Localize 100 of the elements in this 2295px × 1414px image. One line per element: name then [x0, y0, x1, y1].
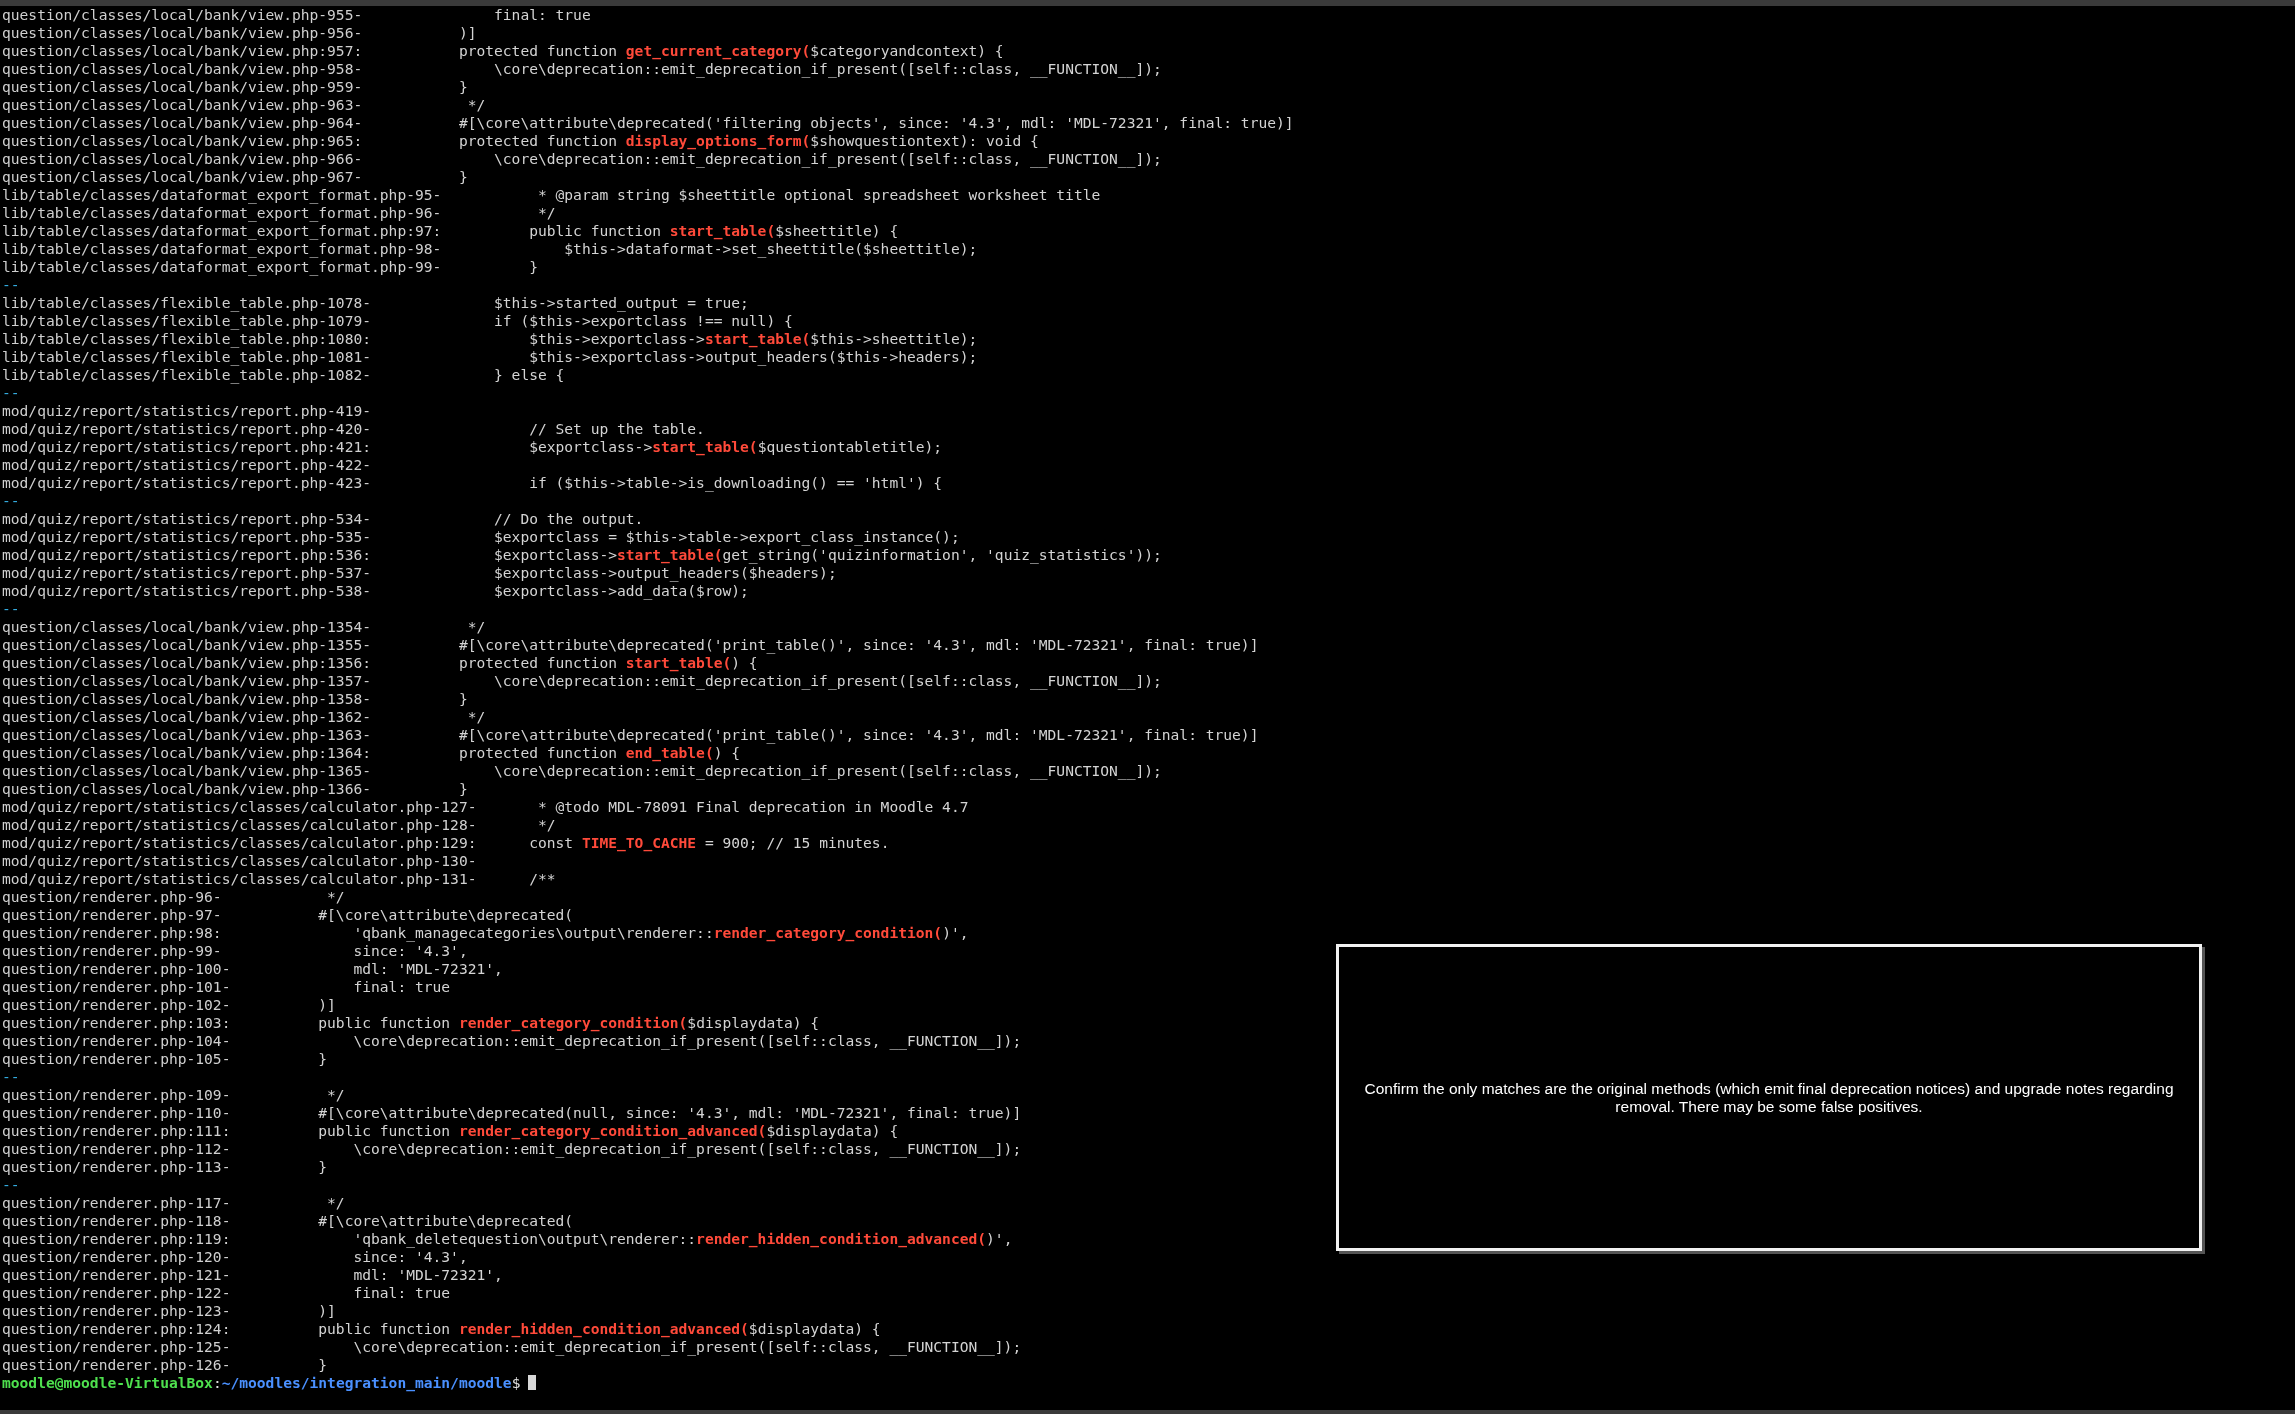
code-line: #[\core\attribute\deprecated(: [317, 1212, 574, 1229]
file-location: mod/quiz/report/statistics/report.php:536:: [2, 546, 373, 564]
group-separator: --: [2, 384, 20, 401]
code-line: public function render_category_condition($displaydata) {: [317, 1014, 820, 1031]
file-location: mod/quiz/report/statistics/report.php-420-: [2, 420, 373, 438]
file-location: question/renderer.php-117-: [2, 1194, 232, 1212]
code-line: * @param string $sheettitle optional spreadsheet worksheet title: [536, 186, 1101, 203]
code-line: mdl: 'MDL-72321',: [352, 1266, 503, 1283]
file-location: question/classes/local/bank/view.php-1355-: [2, 636, 373, 654]
file-location: mod/quiz/report/statistics/report.php-423-: [2, 474, 373, 492]
code-line: protected function end_table() {: [457, 744, 741, 761]
file-location: question/classes/local/bank/view.php:1356:: [2, 654, 373, 672]
code-line: $exportclass->add_data($row);: [493, 582, 749, 599]
file-location: question/classes/local/bank/view.php-956-: [2, 24, 364, 42]
code-line: )]: [457, 24, 477, 41]
group-separator: --: [2, 600, 20, 617]
file-location: question/classes/local/bank/view.php-964-: [2, 114, 364, 132]
code-line: // Set up the table.: [528, 420, 705, 437]
code-line: final: true: [352, 978, 451, 995]
code-line: */: [536, 204, 556, 221]
code-line: */: [536, 816, 556, 833]
file-location: mod/quiz/report/statistics/classes/calculator.php:129:: [2, 834, 478, 852]
group-separator: --: [2, 276, 20, 293]
file-location: question/renderer.php:111:: [2, 1122, 232, 1140]
file-location: question/renderer.php-121-: [2, 1266, 232, 1284]
code-line: public function render_hidden_condition_advanced($displaydata) {: [317, 1320, 881, 1337]
file-location: question/renderer.php-122-: [2, 1284, 232, 1302]
group-separator: --: [2, 1068, 20, 1085]
file-location: question/renderer.php-113-: [2, 1158, 232, 1176]
code-line: */: [326, 1086, 345, 1103]
group-separator: --: [2, 492, 20, 509]
code-line: * @todo MDL-78091 Final deprecation in Moodle 4.7: [536, 798, 969, 815]
code-line: 'qbank_managecategories\output\renderer::render_category_condition()',: [352, 924, 969, 941]
file-location: question/classes/local/bank/view.php-1354-: [2, 618, 373, 636]
file-location: mod/quiz/report/statistics/report.php-537-: [2, 564, 373, 582]
file-location: question/classes/local/bank/view.php-1358-: [2, 690, 373, 708]
file-location: question/classes/local/bank/view.php-967-: [2, 168, 364, 186]
code-line: \core\deprecation::emit_deprecation_if_present([self::class, __FUNCTION__]);: [352, 1140, 1022, 1157]
code-line: $this->exportclass->start_table($this->sheettitle);: [528, 330, 978, 347]
file-location: mod/quiz/report/statistics/classes/calculator.php-131-: [2, 870, 478, 888]
file-location: lib/table/classes/dataformat_export_format.php:97:: [2, 222, 443, 240]
file-location: mod/quiz/report/statistics/classes/calculator.php-127-: [2, 798, 478, 816]
file-location: question/renderer.php:103:: [2, 1014, 232, 1032]
file-location: mod/quiz/report/statistics/report.php-419-: [2, 402, 373, 420]
code-line: */: [466, 96, 486, 113]
code-line: final: true: [493, 6, 591, 23]
file-location: question/renderer.php-109-: [2, 1086, 232, 1104]
code-line: $this->exportclass->output_headers($this->headers);: [528, 348, 978, 365]
code-line: $exportclass->output_headers($headers);: [493, 564, 837, 581]
file-location: question/classes/local/bank/view.php-1357-: [2, 672, 373, 690]
code-line: since: '4.3',: [352, 942, 468, 959]
code-line: }: [317, 1050, 328, 1067]
file-location: question/renderer.php-100-: [2, 960, 232, 978]
code-line: \core\deprecation::emit_deprecation_if_present([self::class, __FUNCTION__]);: [493, 150, 1162, 167]
file-location: question/classes/local/bank/view.php-955-: [2, 6, 364, 24]
file-location: question/classes/local/bank/view.php-1363-: [2, 726, 373, 744]
file-location: mod/quiz/report/statistics/report.php-422-: [2, 456, 373, 474]
file-location: question/renderer.php-101-: [2, 978, 232, 996]
file-location: lib/table/classes/dataformat_export_format.php-95-: [2, 186, 443, 204]
code-line: */: [326, 1194, 345, 1211]
code-line: #[\core\attribute\deprecated(null, since: '4.3', mdl: 'MDL-72321', final: true)]: [317, 1104, 1022, 1121]
code-line: }: [317, 1158, 328, 1175]
code-line: #[\core\attribute\deprecated(: [317, 906, 574, 923]
code-line: }: [457, 78, 468, 95]
code-line: )]: [317, 996, 336, 1013]
file-location: mod/quiz/report/statistics/classes/calculator.php-128-: [2, 816, 478, 834]
file-location: question/classes/local/bank/view.php-1365-: [2, 762, 373, 780]
code-line: }: [528, 258, 538, 275]
code-line: /**: [528, 870, 556, 887]
code-line: $exportclass->start_table(get_string('quizinformation', 'quiz_statistics'));: [493, 546, 1162, 563]
file-location: question/renderer.php-104-: [2, 1032, 232, 1050]
code-line: $exportclass = $this->table->export_class_instance();: [493, 528, 960, 545]
code-line: 'qbank_deletequestion\output\renderer::render_hidden_condition_advanced()',: [352, 1230, 1013, 1247]
file-location: question/renderer.php:119:: [2, 1230, 232, 1248]
code-line: */: [466, 618, 486, 635]
code-line: \core\deprecation::emit_deprecation_if_present([self::class, __FUNCTION__]);: [352, 1032, 1022, 1049]
file-location: question/renderer.php-123-: [2, 1302, 232, 1320]
file-location: question/renderer.php-118-: [2, 1212, 232, 1230]
code-line: protected function get_current_category($categoryandcontext) {: [457, 42, 1004, 59]
file-location: question/classes/local/bank/view.php-958-: [2, 60, 364, 78]
code-line: #[\core\attribute\deprecated('print_table()', since: '4.3', mdl: 'MDL-72321', final: true)]: [457, 726, 1259, 743]
file-location: question/renderer.php-102-: [2, 996, 232, 1014]
file-location: lib/table/classes/dataformat_export_format.php-99-: [2, 258, 443, 276]
file-location: question/renderer.php-126-: [2, 1356, 232, 1374]
file-location: lib/table/classes/dataformat_export_format.php-96-: [2, 204, 443, 222]
code-line: }: [317, 1356, 328, 1373]
group-separator: --: [2, 1176, 20, 1193]
code-line: */: [326, 888, 345, 905]
file-location: question/classes/local/bank/view.php-1362-: [2, 708, 373, 726]
code-line: const TIME_TO_CACHE = 900; // 15 minutes.: [528, 834, 890, 851]
code-line: #[\core\attribute\deprecated('filtering objects', since: '4.3', mdl: 'MDL-72321', final: true)]: [457, 114, 1294, 131]
cursor: [528, 1375, 537, 1390]
file-location: question/renderer.php-97-: [2, 906, 223, 924]
file-location: question/renderer.php:124:: [2, 1320, 232, 1338]
code-line: \core\deprecation::emit_deprecation_if_present([self::class, __FUNCTION__]);: [352, 1338, 1022, 1355]
file-location: lib/table/classes/dataformat_export_format.php-98-: [2, 240, 443, 258]
code-line: mdl: 'MDL-72321',: [352, 960, 503, 977]
code-line: $exportclass->start_table($questiontabletitle);: [528, 438, 943, 455]
code-line: }: [457, 780, 468, 797]
file-location: mod/quiz/report/statistics/report.php-538-: [2, 582, 373, 600]
